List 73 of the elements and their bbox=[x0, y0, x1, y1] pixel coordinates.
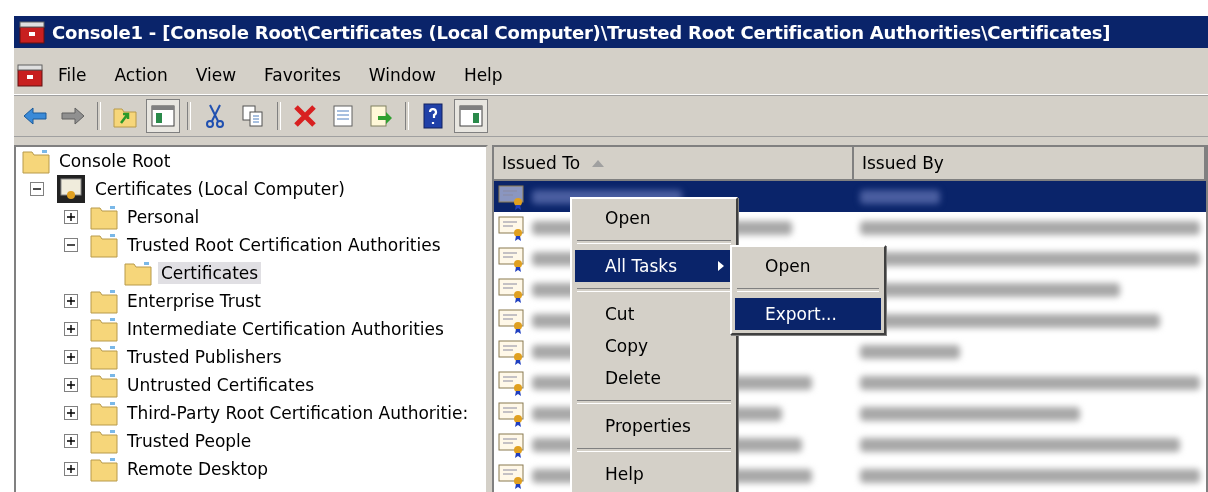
tree-item[interactable]: Certificates bbox=[158, 262, 262, 284]
expand-icon[interactable] bbox=[64, 434, 78, 448]
window-title: Console1 - [Console Root\Certificates (Local Computer)\Trusted Root Certification Authorities\Certificates] bbox=[52, 21, 1111, 43]
folder-icon bbox=[90, 344, 118, 370]
expand-icon[interactable] bbox=[64, 462, 78, 476]
menu-bar-item[interactable]: File bbox=[44, 61, 101, 89]
menu-bar-item[interactable]: Favorites bbox=[250, 61, 355, 89]
tree-item[interactable]: Trusted Root Certification Authorities bbox=[124, 234, 444, 256]
certificate-icon bbox=[498, 245, 526, 272]
tree-pane-icon bbox=[150, 103, 176, 129]
folder-icon bbox=[22, 148, 50, 174]
menu-item[interactable]: Export... bbox=[735, 298, 881, 330]
action-pane-icon bbox=[458, 103, 484, 129]
folder-icon bbox=[90, 316, 118, 342]
delete-icon bbox=[292, 103, 318, 129]
menu-item[interactable]: Properties bbox=[575, 410, 733, 442]
toolbox-icon bbox=[16, 62, 44, 88]
certificate-icon bbox=[498, 369, 526, 396]
certificate-icon bbox=[498, 462, 526, 489]
menu-item[interactable]: Open bbox=[575, 202, 733, 234]
expand-icon[interactable] bbox=[64, 350, 78, 364]
menu-bar-item[interactable]: Action bbox=[100, 61, 182, 89]
column-header[interactable]: Issued To bbox=[494, 147, 854, 181]
tree-item[interactable]: Trusted Publishers bbox=[124, 346, 285, 368]
expand-icon[interactable] bbox=[64, 378, 78, 392]
menu-item[interactable]: All Tasks bbox=[575, 250, 733, 282]
tree-item[interactable]: Untrusted Certificates bbox=[124, 374, 317, 396]
certificate-icon bbox=[498, 338, 526, 365]
certificate-icon bbox=[498, 214, 526, 241]
help-icon bbox=[420, 103, 446, 129]
expand-icon[interactable] bbox=[64, 210, 78, 224]
folder-icon bbox=[90, 288, 118, 314]
folder-icon bbox=[90, 400, 118, 426]
folder-icon bbox=[90, 456, 118, 482]
certificate-icon bbox=[498, 183, 526, 210]
tree-item[interactable]: Personal bbox=[124, 206, 203, 228]
menu-item[interactable]: Delete bbox=[575, 362, 733, 394]
menu-item[interactable]: Copy bbox=[575, 330, 733, 362]
expand-icon[interactable] bbox=[64, 294, 78, 308]
menu-item[interactable]: Open bbox=[735, 250, 881, 282]
menu-bar-item[interactable]: View bbox=[181, 61, 251, 89]
toolbox-icon bbox=[18, 19, 46, 45]
expand-icon[interactable] bbox=[64, 322, 78, 336]
certificate-icon bbox=[498, 400, 526, 427]
tree-item[interactable]: Remote Desktop bbox=[124, 458, 272, 480]
folder-icon bbox=[124, 260, 152, 286]
export-icon bbox=[368, 103, 394, 129]
tree-item[interactable]: Certificates (Local Computer) bbox=[92, 178, 348, 200]
tree-item[interactable]: Trusted People bbox=[124, 430, 255, 452]
certificate-icon bbox=[498, 307, 526, 334]
folder-icon bbox=[90, 428, 118, 454]
menu-item[interactable]: Help bbox=[575, 458, 733, 490]
column-header[interactable]: Issued By bbox=[854, 147, 1206, 181]
collapse-icon[interactable] bbox=[30, 182, 44, 196]
tree-item[interactable]: Console Root bbox=[56, 150, 174, 172]
submenu-arrow-icon bbox=[717, 260, 725, 272]
tree-item[interactable]: Intermediate Certification Authorities bbox=[124, 318, 447, 340]
collapse-icon[interactable] bbox=[64, 238, 78, 252]
menu-item[interactable]: Cut bbox=[575, 298, 733, 330]
certificate-icon bbox=[498, 431, 526, 458]
menu-bar-item[interactable]: Help bbox=[449, 61, 517, 89]
folder-icon bbox=[90, 372, 118, 398]
sort-ascending-icon bbox=[592, 159, 605, 167]
menu-bar-item[interactable]: Window bbox=[354, 61, 450, 89]
copy-icon bbox=[240, 103, 266, 129]
certificate-store-icon bbox=[56, 174, 86, 204]
folder-icon bbox=[90, 204, 118, 230]
folder-icon bbox=[90, 232, 118, 258]
tree-item[interactable]: Enterprise Trust bbox=[124, 290, 265, 312]
certificate-icon bbox=[498, 276, 526, 303]
properties-icon bbox=[330, 103, 356, 129]
tree-item[interactable]: Third-Party Root Certification Authoritie: bbox=[124, 402, 472, 424]
expand-icon[interactable] bbox=[64, 406, 78, 420]
